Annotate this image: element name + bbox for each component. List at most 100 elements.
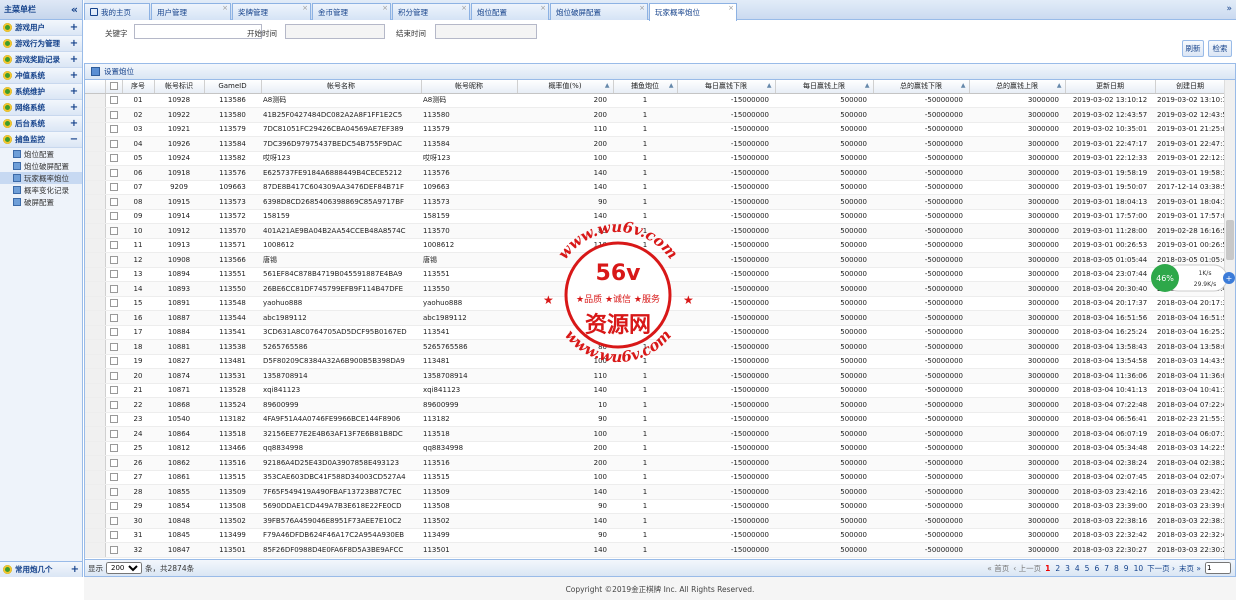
table-row[interactable]: 20 10874 113531 1358708914 1358708914 110 1 -15… — [85, 368, 1225, 384]
column-header[interactable]: 每日赢钱上限 ▲ — [775, 80, 874, 94]
page-link[interactable]: 10 — [1134, 564, 1144, 573]
checkbox[interactable] — [109, 371, 118, 380]
column-header[interactable]: 帐号昵称 — [421, 80, 518, 94]
table-row[interactable]: 19 10827 113481 D5F80209C8384A32A6B900B5B39… — [85, 354, 1225, 369]
table-row[interactable]: 26 10862 113516 92186A4D25E43D0A3907858E493… — [85, 455, 1225, 471]
row-checkbox-cell[interactable] — [105, 455, 122, 471]
checkbox[interactable] — [109, 299, 118, 308]
checkbox[interactable] — [109, 125, 118, 134]
expand-icon[interactable]: + — [69, 86, 79, 97]
prev-page-link[interactable]: ‹ 上一页 — [1013, 563, 1041, 574]
table-row[interactable]: 01 10928 113586 A8测码 A8测码 200 1 -15000000 500000… — [85, 93, 1225, 108]
checkbox[interactable] — [109, 386, 118, 395]
row-checkbox-cell[interactable] — [105, 470, 122, 485]
tab[interactable]: 我的主页 — [84, 3, 150, 20]
row-checkbox-cell[interactable] — [105, 368, 122, 384]
tab[interactable]: 奖牌管理 × — [232, 3, 311, 20]
table-row[interactable]: 24 10864 113518 32156EE77E2E4B63AF13F7E6B81… — [85, 426, 1225, 442]
table-row[interactable]: 15 10891 113548 yaohuo888 yaohuo888 90 1 -15000… — [85, 296, 1225, 311]
row-checkbox-cell[interactable] — [105, 209, 122, 224]
checkbox[interactable] — [109, 212, 118, 221]
table-row[interactable]: 16 10887 113544 abc1989112 abc1989112 80 1 -150… — [85, 310, 1225, 326]
row-checkbox-cell[interactable] — [105, 339, 122, 355]
table-row[interactable]: 02 10922 113580 41B25F0427484DC082A2A8F1FF1… — [85, 107, 1225, 123]
row-checkbox-cell[interactable] — [105, 267, 122, 282]
table-row[interactable]: 31 10845 113499 F79A46DFDB624F46A17C2A954A9… — [85, 528, 1225, 543]
checkbox[interactable] — [109, 96, 118, 105]
sort-icon[interactable]: ▲ — [1057, 82, 1062, 89]
table-row[interactable]: 12 10908 113566 唐锡 唐锡 90 1 -15000000 500000 -5000… — [85, 252, 1225, 268]
sidebar-group[interactable]: 后台系统 + — [0, 116, 82, 132]
sort-icon[interactable]: ▲ — [961, 82, 966, 89]
checkbox[interactable] — [109, 183, 118, 192]
page-link[interactable]: 1 — [1045, 564, 1050, 573]
table-row[interactable]: 05 10924 113582 哎呀123 哎呀123 100 1 -15000000 5000… — [85, 151, 1225, 166]
checkbox[interactable] — [109, 444, 118, 453]
sort-icon[interactable]: ▲ — [767, 82, 772, 89]
checkbox[interactable] — [109, 458, 118, 467]
close-icon[interactable]: × — [382, 4, 388, 12]
checkbox[interactable] — [109, 429, 118, 438]
checkbox[interactable] — [109, 284, 118, 293]
tab-scroll-right-icon[interactable]: » — [1226, 4, 1232, 14]
row-checkbox-cell[interactable] — [105, 397, 122, 413]
table-row[interactable]: 03 10921 113579 7DC81051FC29426CBA04569AE7E… — [85, 122, 1225, 137]
sidebar-group[interactable]: 捕鱼监控 − — [0, 132, 82, 148]
sidebar-group[interactable]: 游戏用户 + — [0, 20, 82, 36]
scrollbar-thumb[interactable] — [1226, 220, 1234, 260]
checkbox[interactable] — [109, 168, 118, 177]
column-header[interactable]: 概率值(%) ▲ — [517, 80, 614, 94]
table-row[interactable]: 27 10861 113515 353CAE603DBC41F588D34003CD5… — [85, 470, 1225, 485]
sidebar-item[interactable]: 炮位配置 — [0, 148, 82, 160]
sidebar-group[interactable]: 冲值系统 + — [0, 68, 82, 84]
table-row[interactable]: 04 10926 113584 7DC396D97975437BEDC54B755F9… — [85, 136, 1225, 152]
table-row[interactable]: 28 10855 113509 7F65F549419A490FBAF13723B87… — [85, 484, 1225, 500]
table-row[interactable]: 11 10913 113571 1008612 1008612 110 1 -15000000… — [85, 238, 1225, 253]
expand-icon[interactable]: + — [69, 102, 79, 113]
tab[interactable]: 玩家概率炮位 × — [649, 3, 737, 21]
close-icon[interactable]: × — [461, 4, 467, 12]
row-checkbox-cell[interactable] — [105, 354, 122, 369]
sort-icon[interactable]: ▲ — [865, 82, 870, 89]
start-time-input[interactable] — [285, 24, 385, 39]
row-checkbox-cell[interactable] — [105, 151, 122, 166]
row-checkbox-cell[interactable] — [105, 310, 122, 326]
checkbox[interactable] — [109, 226, 118, 235]
row-checkbox-cell[interactable] — [105, 136, 122, 152]
close-icon[interactable]: × — [639, 4, 645, 12]
column-header[interactable]: GameID — [204, 80, 262, 94]
sidebar-group[interactable]: 网络系统 + — [0, 100, 82, 116]
sort-icon[interactable]: ▲ — [669, 82, 674, 89]
column-header[interactable]: 帐号名称 — [261, 80, 422, 94]
column-header[interactable]: 帐号标识 — [154, 80, 205, 94]
checkbox[interactable] — [109, 516, 118, 525]
tab[interactable]: 金币管理 × — [312, 3, 391, 20]
column-header[interactable]: 序号 — [122, 80, 155, 94]
checkbox[interactable] — [109, 270, 118, 279]
tab[interactable]: 用户管理 × — [151, 3, 231, 20]
column-header[interactable]: 更新日期 — [1065, 80, 1156, 94]
row-checkbox-cell[interactable] — [105, 281, 122, 297]
expand-icon[interactable]: + — [69, 118, 79, 129]
vertical-scrollbar[interactable] — [1224, 80, 1235, 561]
table-row[interactable]: 18 10881 113538 5265765586 5265765586 80 1 -150… — [85, 339, 1225, 355]
expand-icon[interactable]: + — [69, 22, 79, 33]
close-icon[interactable]: × — [222, 4, 228, 12]
row-checkbox-cell[interactable] — [105, 383, 122, 398]
page-link[interactable]: 8 — [1114, 564, 1119, 573]
checkbox[interactable] — [109, 531, 118, 540]
row-checkbox-cell[interactable] — [105, 484, 122, 500]
row-checkbox-cell[interactable] — [105, 238, 122, 253]
row-checkbox-cell[interactable] — [105, 165, 122, 181]
table-row[interactable]: 29 10854 113508 5690DDAE1CD449A7B3E618E22FE… — [85, 499, 1225, 514]
table-row[interactable]: 14 10893 113550 26BE6CC81DF745799EFB9F114B4… — [85, 281, 1225, 297]
checkbox[interactable] — [109, 415, 118, 424]
table-row[interactable]: 07 9209 109663 87DE8B417C604309AA3476DEF84B… — [85, 180, 1225, 195]
sidebar-item[interactable]: 玩家概率炮位 — [0, 172, 82, 184]
checkbox[interactable] — [109, 110, 118, 119]
header-select-all[interactable] — [105, 80, 123, 94]
double-chevron-left-icon[interactable]: « — [71, 3, 78, 16]
page-link[interactable]: 5 — [1085, 564, 1090, 573]
checkbox[interactable] — [109, 342, 118, 351]
sidebar-item[interactable]: 炮位破屏配置 — [0, 160, 82, 172]
